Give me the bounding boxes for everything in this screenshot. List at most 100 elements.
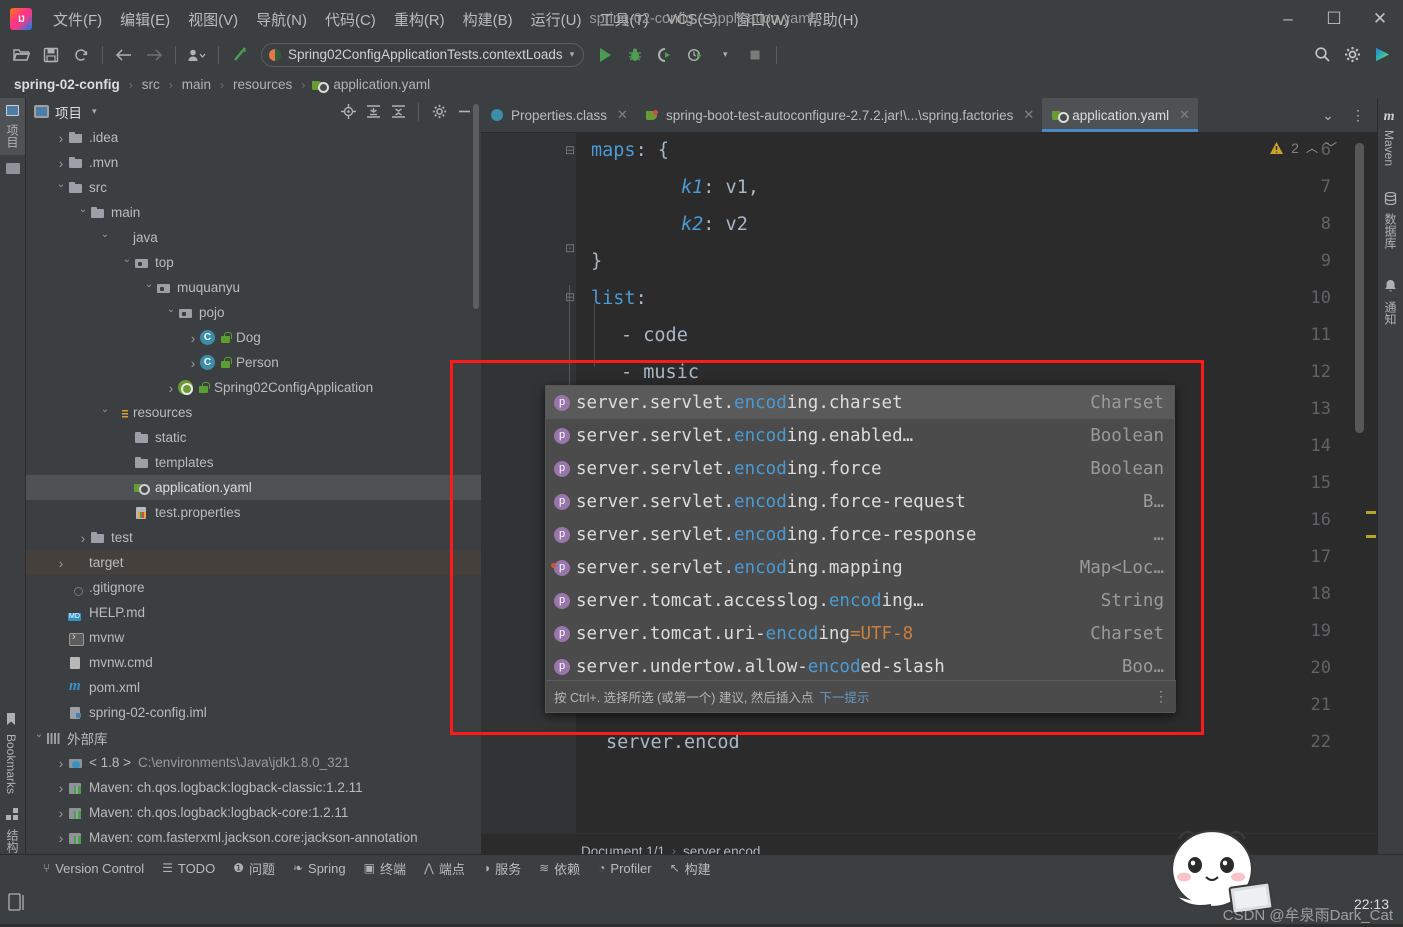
tree-row[interactable]: Person — [26, 350, 481, 375]
coverage-icon[interactable] — [652, 42, 678, 67]
profile-run-icon[interactable] — [682, 42, 708, 67]
tree-row[interactable]: test — [26, 525, 481, 550]
code-line[interactable]: list: — [591, 288, 647, 309]
minimize-button[interactable]: – — [1265, 0, 1311, 38]
tree-row[interactable]: templates — [26, 450, 481, 475]
completion-item[interactable]: server.servlet.encoding.force-request B… — [546, 485, 1174, 518]
code-line[interactable]: } — [591, 251, 602, 272]
chevron-right-icon[interactable] — [186, 355, 200, 371]
tree-row[interactable]: Maven: ch.qos.logback:logback-classic:1.… — [26, 775, 481, 800]
inspection-prev-icon[interactable]: ︿ — [1306, 139, 1318, 156]
breadcrumb-item-src[interactable]: src — [140, 76, 162, 93]
open-folder-icon[interactable] — [8, 42, 34, 67]
chevron-down-icon-run[interactable]: ▾ — [712, 42, 738, 67]
tab-overflow-icon[interactable]: ⌄ — [1315, 103, 1341, 128]
code-line[interactable]: - code — [621, 325, 688, 346]
editor-scrollbar-thumb[interactable] — [1355, 143, 1364, 433]
tab-properties-class[interactable]: Properties.class ✕ — [481, 98, 636, 132]
sync-icon[interactable] — [68, 42, 94, 67]
close-icon[interactable]: ✕ — [617, 107, 628, 123]
tab-options-icon[interactable]: ⋮ — [1345, 103, 1371, 128]
chevron-down-icon[interactable] — [164, 307, 178, 318]
status-bar-item-spring[interactable]: ❧ Spring — [284, 858, 355, 879]
tree-row[interactable]: muquanyu — [26, 275, 481, 300]
tab-spring-factories[interactable]: spring-boot-test-autoconfigure-2.7.2.jar… — [635, 98, 1043, 132]
tree-row[interactable]: mvnw — [26, 625, 481, 650]
breadcrumb-item-main[interactable]: main — [180, 76, 213, 93]
hide-panel-icon[interactable] — [453, 101, 475, 123]
ai-assistant-icon[interactable] — [1369, 42, 1395, 67]
tree-vertical-scrollbar[interactable] — [473, 104, 479, 309]
build-icon[interactable] — [227, 42, 253, 67]
status-bar-item-version-control[interactable]: ⑂ Version Control — [34, 858, 153, 879]
code-completion-popup[interactable]: server.servlet.encoding.charsetCharsetse… — [545, 385, 1176, 713]
tree-row[interactable]: Spring02ConfigApplication — [26, 375, 481, 400]
sidebar-item-database[interactable]: 数据库 — [1378, 185, 1403, 256]
code-line[interactable]: - music — [621, 362, 699, 383]
completion-item[interactable]: server.undertow.allow-encoded-slash Boo… — [546, 650, 1174, 683]
collapse-all-icon[interactable] — [387, 101, 409, 123]
close-button[interactable]: ✕ — [1357, 0, 1403, 38]
forward-arrow-icon[interactable] — [141, 42, 167, 67]
save-icon[interactable] — [38, 42, 64, 67]
completion-item[interactable]: server.tomcat.uri-encoding=UTF-8 Charset — [546, 617, 1174, 650]
status-bar-item-依赖[interactable]: ≋ 依赖 — [530, 856, 589, 881]
chevron-down-icon[interactable] — [54, 182, 68, 193]
tree-row[interactable]: resources — [26, 400, 481, 425]
tree-row[interactable]: test.properties — [26, 500, 481, 525]
tree-row[interactable]: .mvn — [26, 150, 481, 175]
tree-row[interactable]: .idea — [26, 125, 481, 150]
menu-code[interactable]: 代码(C) — [316, 6, 385, 33]
tree-row[interactable]: src — [26, 175, 481, 200]
sidebar-item-maven[interactable]: m Maven — [1378, 102, 1400, 173]
status-bar-item-服务[interactable]: ◑ 服务 — [474, 856, 530, 881]
tree-row[interactable]: main — [26, 200, 481, 225]
gear-icon[interactable] — [428, 101, 450, 123]
menu-build[interactable]: 构建(B) — [454, 6, 522, 33]
status-bar-item-端点[interactable]: ⋀ 端点 — [415, 856, 474, 881]
show-desktop-icon[interactable] — [0, 893, 25, 915]
sidebar-item-notifications[interactable]: 通知 — [1378, 272, 1403, 332]
breadcrumb-item-project[interactable]: spring-02-config — [12, 76, 122, 93]
sidebar-item-project[interactable]: 项目 — [0, 98, 25, 155]
completion-item[interactable]: server.servlet.encoding.force Boolean — [546, 452, 1174, 485]
tree-row[interactable]: < 1.8 > C:\environments\Java\jdk1.8.0_321 — [26, 750, 481, 775]
search-icon[interactable] — [1309, 42, 1335, 67]
tree-row[interactable]: .gitignore — [26, 575, 481, 600]
more-options-icon[interactable]: ⋮ — [1154, 688, 1168, 705]
status-bar-item-问题[interactable]: ❶ 问题 — [224, 856, 284, 881]
back-arrow-icon[interactable] — [111, 42, 137, 67]
chevron-right-icon[interactable] — [54, 755, 68, 771]
completion-item[interactable]: server.servlet.encoding.enabled… Boolean — [546, 419, 1174, 452]
chevron-down-icon[interactable] — [32, 732, 46, 743]
menu-edit[interactable]: 编辑(E) — [111, 6, 179, 33]
chevron-right-icon[interactable] — [54, 130, 68, 146]
chevron-right-icon[interactable] — [54, 805, 68, 821]
menu-help[interactable]: 帮助(H) — [799, 6, 868, 33]
chevron-right-icon[interactable] — [54, 830, 68, 846]
tree-row[interactable]: static — [26, 425, 481, 450]
tab-application-yaml[interactable]: application.yaml ✕ — [1042, 98, 1198, 132]
tree-row[interactable]: pom.xml — [26, 675, 481, 700]
commit-icon[interactable] — [6, 163, 20, 174]
tree-row[interactable]: top — [26, 250, 481, 275]
chevron-down-icon[interactable] — [98, 232, 112, 243]
tree-row[interactable]: 外部库 — [26, 725, 481, 750]
tree-row[interactable]: Maven: ch.qos.logback:logback-core:1.2.1… — [26, 800, 481, 825]
next-tip-link[interactable]: 下一提示 — [819, 687, 869, 706]
run-icon[interactable] — [592, 42, 618, 67]
expand-all-icon[interactable] — [362, 101, 384, 123]
breadcrumb-item-resources[interactable]: resources — [231, 76, 294, 93]
menu-file[interactable]: 文件(F) — [44, 6, 111, 33]
code-line[interactable]: server.encod — [606, 732, 740, 753]
chevron-down-icon[interactable] — [120, 257, 134, 268]
tree-row[interactable]: mvnw.cmd — [26, 650, 481, 675]
inspection-next-icon[interactable]: ﹀ — [1325, 139, 1337, 156]
status-bar-item-profiler[interactable]: ◔ Profiler — [589, 858, 660, 879]
completion-item[interactable]: server.tomcat.accesslog.encoding… String — [546, 584, 1174, 617]
chevron-down-icon[interactable] — [76, 207, 90, 218]
status-bar-item-构建[interactable]: ↖ 构建 — [661, 856, 720, 881]
close-icon[interactable]: ✕ — [1179, 107, 1190, 123]
run-configuration-selector[interactable]: Spring02ConfigApplicationTests.contextLo… — [261, 42, 585, 67]
menu-navigate[interactable]: 导航(N) — [247, 6, 316, 33]
